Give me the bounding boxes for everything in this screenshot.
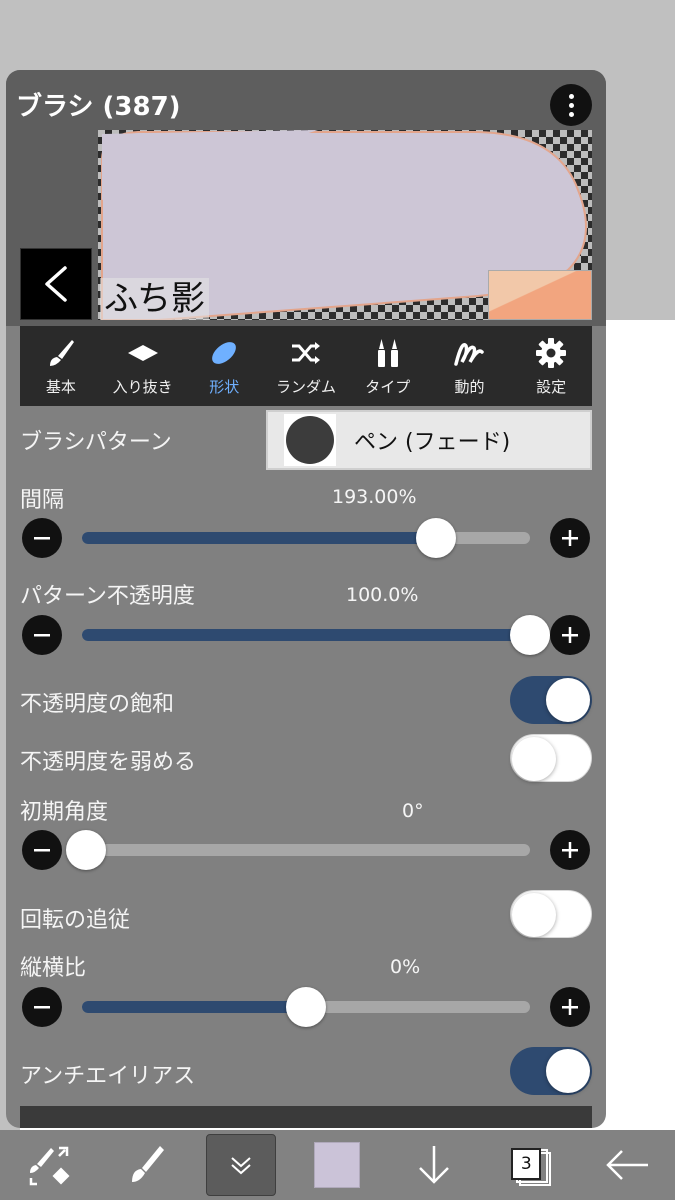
tab-label: 設定 bbox=[536, 377, 567, 396]
plus-icon bbox=[562, 530, 578, 546]
tab-bar: 基本 入り抜き 形状 ランダム タイプ 動的 設定 bbox=[20, 326, 592, 406]
aspect-ratio-value: 0% bbox=[390, 956, 421, 978]
tab-in-out[interactable]: 入り抜き bbox=[102, 326, 184, 406]
layers-button[interactable]: 3 bbox=[495, 1134, 565, 1196]
current-color-swatch bbox=[314, 1142, 361, 1188]
back-arrow-button[interactable] bbox=[592, 1134, 662, 1196]
import-button[interactable] bbox=[399, 1134, 469, 1196]
antialias-toggle[interactable] bbox=[510, 1047, 592, 1095]
double-chevron-down-icon bbox=[231, 1157, 251, 1175]
initial-angle-label: 初期角度 bbox=[20, 800, 109, 825]
pattern-thumbnail bbox=[284, 414, 336, 466]
brush-pattern-label: ブラシパターン bbox=[20, 430, 172, 455]
brush-pattern-selector[interactable]: ペン (フェード) bbox=[266, 410, 592, 470]
tab-label: 形状 bbox=[209, 377, 240, 396]
tab-label: 基本 bbox=[45, 377, 76, 396]
interval-label: 間隔 bbox=[20, 488, 65, 513]
current-color-button[interactable] bbox=[302, 1134, 372, 1196]
weaken-opacity-label: 不透明度を弱める bbox=[20, 750, 197, 775]
antialias-label: アンチエイリアス bbox=[20, 1064, 196, 1089]
tab-label: タイプ bbox=[365, 377, 411, 396]
initial-angle-increase-button[interactable] bbox=[550, 830, 590, 870]
brush-icon bbox=[49, 339, 74, 366]
dynamic-stroke-icon bbox=[454, 342, 485, 366]
tab-shape[interactable]: 形状 bbox=[183, 326, 265, 406]
slider-knob[interactable] bbox=[286, 987, 326, 1027]
aspect-ratio-decrease-button[interactable] bbox=[22, 987, 62, 1027]
minus-icon bbox=[34, 849, 50, 852]
opacity-saturation-toggle[interactable] bbox=[510, 676, 592, 724]
color-swatch[interactable] bbox=[488, 270, 592, 320]
minus-icon bbox=[34, 1006, 50, 1009]
collapse-panel-button[interactable] bbox=[206, 1134, 277, 1196]
brush-tool-button[interactable] bbox=[110, 1134, 180, 1196]
interval-decrease-button[interactable] bbox=[22, 518, 62, 558]
transform-brush-icon bbox=[29, 1146, 70, 1186]
brush-icon bbox=[131, 1146, 164, 1182]
tab-settings[interactable]: 設定 bbox=[510, 326, 592, 406]
bottom-toolbar: 3 bbox=[0, 1130, 675, 1200]
plus-icon bbox=[562, 842, 578, 858]
pattern-opacity-slider[interactable] bbox=[82, 615, 550, 655]
aspect-ratio-increase-button[interactable] bbox=[550, 987, 590, 1027]
initial-angle-value: 0° bbox=[402, 800, 424, 822]
minus-icon bbox=[34, 634, 50, 637]
plus-icon bbox=[562, 999, 578, 1015]
slider-knob[interactable] bbox=[510, 615, 550, 655]
pattern-opacity-value: 100.0% bbox=[346, 584, 419, 606]
tab-label: 動的 bbox=[454, 377, 485, 396]
initial-angle-slider[interactable] bbox=[66, 830, 530, 870]
slider-fill bbox=[82, 629, 530, 641]
minus-icon bbox=[34, 537, 50, 540]
tab-basic[interactable]: 基本 bbox=[20, 326, 102, 406]
aspect-ratio-label: 縦横比 bbox=[20, 956, 87, 981]
tab-random[interactable]: ランダム bbox=[265, 326, 347, 406]
brush-name: ふち影 bbox=[100, 278, 209, 320]
panel-title: ブラシ (387) bbox=[16, 92, 181, 122]
tab-type[interactable]: タイプ bbox=[347, 326, 429, 406]
pattern-opacity-increase-button[interactable] bbox=[550, 615, 590, 655]
tab-label: ランダム bbox=[276, 377, 337, 396]
opacity-saturation-label: 不透明度の飽和 bbox=[20, 692, 175, 717]
slider-fill bbox=[82, 532, 436, 544]
brush-panel: ブラシ (387) ふち影 基本 入り抜き 形状 ランダム タイプ 動的 設定 … bbox=[6, 70, 606, 1128]
pattern-name: ペン (フェード) bbox=[354, 430, 511, 455]
interval-value: 193.00% bbox=[332, 486, 417, 508]
interval-increase-button[interactable] bbox=[550, 518, 590, 558]
arrow-down-icon bbox=[419, 1146, 449, 1184]
brush-type-icon bbox=[377, 338, 398, 367]
slider-knob[interactable] bbox=[415, 518, 456, 558]
interval-slider[interactable] bbox=[82, 518, 530, 558]
transform-tool-button[interactable] bbox=[13, 1134, 83, 1196]
panel-scroll-edge bbox=[20, 1106, 592, 1128]
arrow-left-icon bbox=[605, 1150, 648, 1180]
follow-rotation-label: 回転の追従 bbox=[20, 908, 131, 933]
tab-dynamic[interactable]: 動的 bbox=[429, 326, 511, 406]
slider-fill bbox=[82, 1001, 306, 1013]
pattern-opacity-decrease-button[interactable] bbox=[22, 615, 62, 655]
plus-icon bbox=[562, 627, 578, 643]
chevron-left-icon bbox=[45, 266, 67, 302]
more-dots-icon bbox=[568, 93, 574, 99]
aspect-ratio-slider[interactable] bbox=[82, 987, 530, 1027]
pattern-opacity-label: パターン不透明度 bbox=[20, 584, 195, 609]
diamond-icon bbox=[127, 344, 158, 361]
initial-angle-decrease-button[interactable] bbox=[22, 830, 62, 870]
weaken-opacity-toggle[interactable] bbox=[510, 734, 592, 782]
slider-knob[interactable] bbox=[66, 830, 106, 870]
ellipse-icon bbox=[212, 341, 237, 364]
follow-rotation-toggle[interactable] bbox=[510, 890, 592, 938]
back-button[interactable] bbox=[20, 248, 92, 320]
more-menu-button[interactable] bbox=[550, 84, 592, 126]
shuffle-icon bbox=[292, 341, 321, 364]
layer-count: 3 bbox=[511, 1148, 542, 1180]
gear-icon bbox=[536, 337, 567, 368]
tab-label: 入り抜き bbox=[112, 377, 173, 396]
